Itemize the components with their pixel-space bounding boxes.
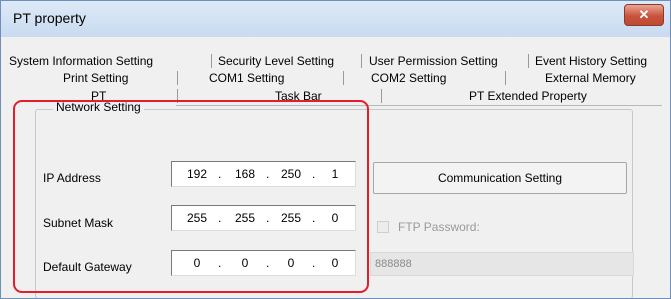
ftp-password-field[interactable]: 888888 [370, 252, 634, 276]
close-icon: ✕ [638, 7, 650, 22]
window-title: PT property [13, 10, 86, 26]
tab-separator [177, 71, 178, 85]
tab-external-memory[interactable]: External Memory [545, 68, 636, 88]
tab-print-setting[interactable]: Print Setting [63, 68, 128, 88]
tab-separator [361, 54, 362, 68]
ftp-password-label: FTP Password: [398, 220, 480, 234]
network-setting-highlight [13, 100, 369, 293]
tab-separator [505, 71, 506, 85]
tab-com2-setting[interactable]: COM2 Setting [371, 68, 446, 88]
pt-property-dialog: PT property ✕ System Information Setting… [0, 0, 671, 299]
close-button[interactable]: ✕ [624, 4, 664, 26]
ftp-password-checkbox[interactable] [377, 221, 389, 233]
communication-setting-button[interactable]: Communication Setting [373, 162, 627, 194]
tab-pt-extended-property[interactable]: PT Extended Property [469, 86, 587, 106]
title-bar: PT property ✕ [1, 1, 670, 37]
tab-separator [343, 71, 344, 85]
tab-separator [211, 54, 212, 68]
tab-row-2: Print Setting COM1 Setting COM2 Setting … [5, 68, 668, 88]
tab-com1-setting[interactable]: COM1 Setting [209, 68, 284, 88]
tab-separator [528, 54, 529, 68]
tab-separator [381, 89, 382, 103]
